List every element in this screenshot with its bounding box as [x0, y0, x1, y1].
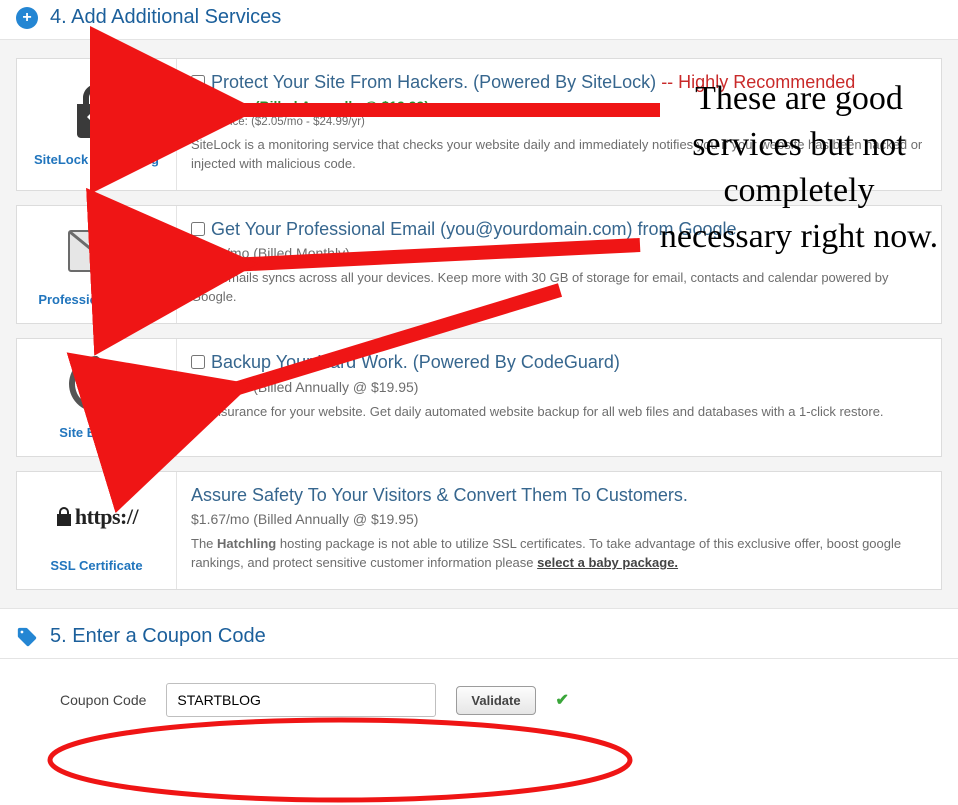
section5-title: 5. Enter a Coupon Code [50, 625, 266, 648]
check-icon: ✔ [556, 690, 569, 710]
https-icon: https:// [55, 486, 138, 548]
validate-button[interactable]: Validate [456, 686, 535, 715]
backup-icon [69, 353, 125, 415]
addon-title: Assure Safety To Your Visitors & Convert… [191, 484, 688, 507]
addon-desc: Your emails syncs across all your device… [191, 269, 927, 307]
sitelock-icon [73, 80, 121, 142]
mail-icon [68, 220, 126, 282]
addon-title: Backup Your Hard Work. (Powered By CodeG… [211, 351, 620, 374]
select-baby-package-link[interactable]: select a baby package. [537, 555, 678, 570]
addon-left: Site Backup [17, 339, 177, 456]
addon-left: SiteLock Monitoring [17, 59, 177, 190]
addon-price: $1.67/mo (Billed Annually @ $19.95) [191, 379, 927, 395]
plus-icon: + [16, 7, 38, 29]
addon-price: $1.67/mo (Billed Annually @ $19.95) [191, 511, 927, 527]
annotation-text: These are good services but not complete… [654, 76, 944, 260]
email-checkbox[interactable] [191, 222, 205, 236]
addon-right: Assure Safety To Your Visitors & Convert… [177, 472, 941, 589]
section5-body: Coupon Code Validate ✔ [0, 658, 958, 747]
backup-checkbox[interactable] [191, 355, 205, 369]
sitelock-checkbox[interactable] [191, 75, 205, 89]
coupon-row: Coupon Code Validate ✔ [60, 683, 918, 717]
addon-left: https:// SSL Certificate [17, 472, 177, 589]
section4-header: + 4. Add Additional Services [0, 0, 958, 39]
section4-title: 4. Add Additional Services [50, 6, 281, 29]
addon-backup: Site Backup Backup Your Hard Work. (Powe… [16, 338, 942, 457]
addon-ssl: https:// SSL Certificate Assure Safety T… [16, 471, 942, 590]
coupon-input[interactable] [166, 683, 436, 717]
addon-right: Backup Your Hard Work. (Powered By CodeG… [177, 339, 941, 456]
addon-desc: It's insurance for your website. Get dai… [191, 403, 927, 422]
section5-header: 5. Enter a Coupon Code [0, 609, 958, 658]
coupon-label: Coupon Code [60, 692, 146, 708]
addon-desc: The Hatchling hosting package is not abl… [191, 535, 927, 573]
addon-name-label: Site Backup [59, 425, 133, 442]
addon-name-label: Professional Email [38, 292, 154, 309]
addon-name-label: SSL Certificate [50, 558, 142, 575]
tag-icon [16, 626, 38, 648]
addon-left: Professional Email [17, 206, 177, 323]
addon-name-label: SiteLock Monitoring [34, 152, 159, 169]
